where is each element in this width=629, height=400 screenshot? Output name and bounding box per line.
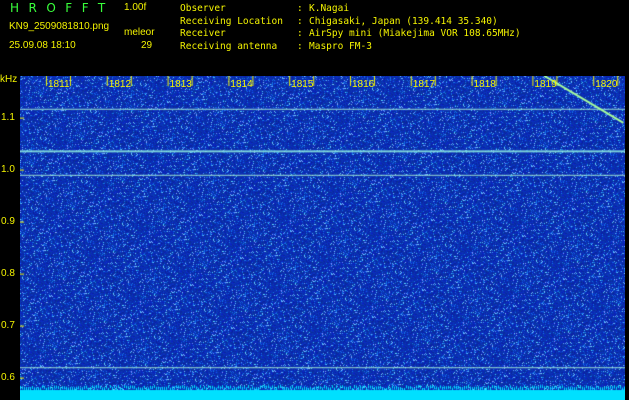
app-logo: HROFFT (10, 1, 115, 15)
x-tick-label: 1812 (108, 79, 132, 90)
y-axis-unit: kHz (0, 74, 18, 85)
x-tick-label: 1817 (412, 79, 436, 90)
y-tick-label: 1.1 (1, 111, 15, 123)
y-tick-label: 0.9 (1, 215, 15, 227)
info-colon: : (297, 15, 303, 27)
x-tick-label: 1813 (169, 79, 192, 90)
x-tick-label: 1819 (534, 79, 557, 90)
info-value: Chigasaki, Japan (139.414 35.340) (309, 15, 498, 27)
x-tick-label: 1816 (352, 79, 375, 90)
capture-datetime: 25.09.08 18:10 (9, 40, 76, 51)
info-value: Maspro FM-3 (309, 40, 372, 52)
info-colon: : (297, 40, 303, 52)
header-panel: HROFFT 1.00f KN9_2509081810.png meleor 2… (0, 0, 629, 76)
meteor-label: meleor (124, 27, 155, 38)
info-colon: : (297, 3, 303, 14)
y-tick-label: 0.6 (1, 371, 15, 383)
x-tick-label: 1815 (291, 79, 314, 90)
info-key: Observer (180, 3, 226, 14)
x-tick-label: 1818 (473, 79, 496, 90)
meteor-count: 29 (141, 40, 153, 51)
x-tick-label: 1811 (48, 79, 70, 90)
y-tick-label: 1.0 (1, 163, 15, 175)
station-info: Observer: K.Nagai Receiving Location: Chig… (180, 3, 521, 53)
app-version: 1.00f (124, 2, 147, 13)
info-row-observer: Observer: K.Nagai (180, 3, 521, 16)
info-key: Receiver (180, 28, 226, 39)
info-key: Receiving Location (180, 15, 283, 27)
info-row-receiver: Receiver: AirSpy mini (Miakejima VOR 108.… (180, 28, 521, 41)
spectrogram-canvas (20, 76, 625, 400)
info-colon: : (297, 28, 303, 39)
y-tick-label: 0.8 (1, 267, 15, 279)
info-value: K.Nagai (309, 3, 350, 14)
info-key: Receiving antenna (180, 40, 278, 52)
info-row-location: Receiving Location: Chigasaki, Japan (139… (180, 16, 521, 29)
info-row-antenna: Receiving antenna: Maspro FM-3 (180, 41, 521, 54)
x-tick-label: 1820 (595, 79, 618, 90)
x-tick-label: 1814 (230, 79, 253, 90)
info-value: AirSpy mini (Miakejima VOR 108.65MHz) (309, 28, 521, 39)
y-tick-label: 0.7 (1, 319, 15, 331)
file-name: KN9_2509081810.png (9, 21, 110, 32)
